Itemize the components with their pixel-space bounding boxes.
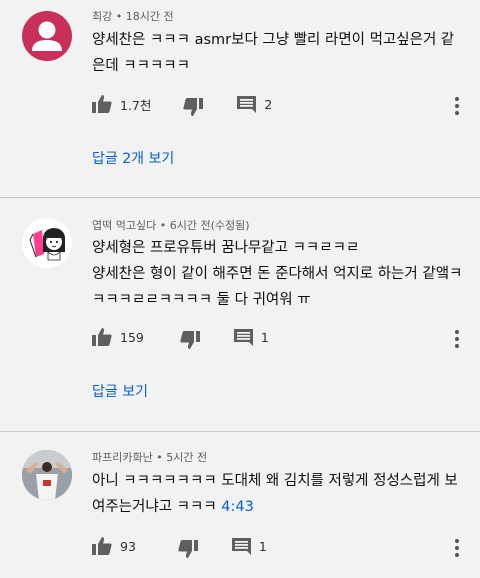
comment-line: 양세형은 프로유튜버 꿈나무같고 ㅋㅋㄹㅋㄹ — [92, 240, 360, 256]
reply-count: 2 — [264, 96, 273, 112]
reply-count: 1 — [258, 538, 267, 554]
reply-count: 1 — [260, 329, 269, 345]
comment-time: 5시간 전 — [166, 451, 208, 464]
thumbs-down-icon — [178, 540, 198, 558]
reply-button[interactable]: 1 — [231, 537, 267, 555]
dislike-button[interactable] — [178, 534, 198, 558]
more-options-icon[interactable] — [454, 330, 460, 351]
author-avatar[interactable] — [22, 11, 72, 61]
more-options-icon[interactable] — [454, 539, 460, 560]
divider — [0, 197, 480, 198]
comment-reply-icon — [233, 328, 253, 346]
comment-actions: 93 1 — [92, 534, 267, 558]
comment-actions: 159 1 — [92, 325, 269, 349]
comment-meta: 엽떡 먹고싶다 • 6시간 전(수정됨) — [92, 218, 440, 234]
like-count: 1.7천 — [120, 97, 152, 113]
like-count: 93 — [120, 538, 136, 554]
author-name[interactable]: 파프리카화난 — [92, 451, 153, 464]
author-avatar[interactable] — [22, 218, 72, 268]
view-replies-link[interactable]: 답글 보기 — [92, 381, 148, 401]
meta-separator: • — [115, 10, 123, 23]
divider — [0, 431, 480, 432]
comment-text: 양세찬은 ㅋㅋㅋ asmr보다 그냥 빨리 라면이 먹고싶은거 같 은데 ㅋㅋㅋ… — [92, 27, 455, 79]
default-user-avatar-icon — [32, 21, 62, 51]
author-name[interactable]: 최강 — [92, 10, 112, 23]
video-timestamp-link[interactable]: 4:43 — [221, 499, 254, 515]
reply-button[interactable]: 2 — [237, 95, 273, 113]
author-avatar[interactable] — [22, 450, 72, 500]
thumbs-up-icon — [92, 328, 112, 346]
view-replies-link[interactable]: 답글 2개 보기 — [92, 148, 174, 168]
illustrated-girl-avatar-icon — [22, 218, 72, 268]
photo-person-avatar-icon — [22, 450, 72, 500]
meta-separator: • — [156, 451, 163, 464]
comment-line: 여주는거냐고 ㅋㅋㅋ 4:43 — [92, 494, 440, 520]
more-options-icon[interactable] — [454, 97, 460, 118]
comment-text: 아니 ㅋㅋㅋㅋㅋㅋㅋ 도대체 왜 김치를 저렇게 정성스럽게 보 여주는거냐고 … — [92, 468, 458, 520]
comment-time: 18시간 전 — [125, 10, 174, 23]
comment-line: 아니 ㅋㅋㅋㅋㅋㅋㅋ 도대체 왜 김치를 저렇게 정성스럽게 보 — [92, 473, 458, 489]
like-button[interactable]: 159 — [92, 328, 144, 346]
comment-line: ㅋㅋㅋㄹㄹㅋㅋㅋㅋ 둘 다 귀여워 ㅠ — [92, 292, 311, 308]
dislike-button[interactable] — [183, 92, 204, 116]
like-button[interactable]: 1.7천 — [92, 95, 151, 114]
meta-separator: • — [159, 219, 167, 232]
like-button[interactable]: 93 — [92, 537, 136, 555]
dislike-button[interactable] — [180, 325, 200, 349]
comment-line-text: 여주는거냐고 ㅋㅋㅋ — [92, 499, 222, 515]
comment-text: 양세형은 프로유튜버 꿈나무같고 ㅋㅋㄹㅋㄹ 양세찬은 형이 같이 해주면 돈 … — [92, 235, 463, 313]
thumbs-down-icon — [183, 98, 204, 116]
author-name[interactable]: 엽떡 먹고싶다 — [92, 219, 156, 232]
comment-line: 양세찬은 ㅋㅋㅋ asmr보다 그냥 빨리 라면이 먹고싶은거 같 — [92, 32, 455, 48]
like-count: 159 — [120, 329, 144, 345]
comment-meta: 파프리카화난 • 5시간 전 — [92, 450, 440, 466]
reply-button[interactable]: 1 — [233, 328, 269, 346]
thumbs-down-icon — [180, 331, 200, 349]
thumbs-up-icon — [92, 537, 112, 555]
comment-actions: 1.7천 2 — [92, 92, 272, 116]
comment-reply-icon — [237, 95, 257, 113]
comment-meta: 최강 • 18시간 전 — [92, 9, 440, 25]
comment-time: 6시간 전(수정됨) — [169, 219, 250, 232]
comment-line: 은데 ㅋㅋㅋㅋㅋ — [92, 58, 190, 74]
comment-reply-icon — [231, 537, 251, 555]
comment-line: 양세찬은 형이 같이 해주면 돈 준다해서 억지로 하는거 같앸ㅋ — [92, 266, 463, 282]
thumbs-up-icon — [92, 95, 112, 113]
